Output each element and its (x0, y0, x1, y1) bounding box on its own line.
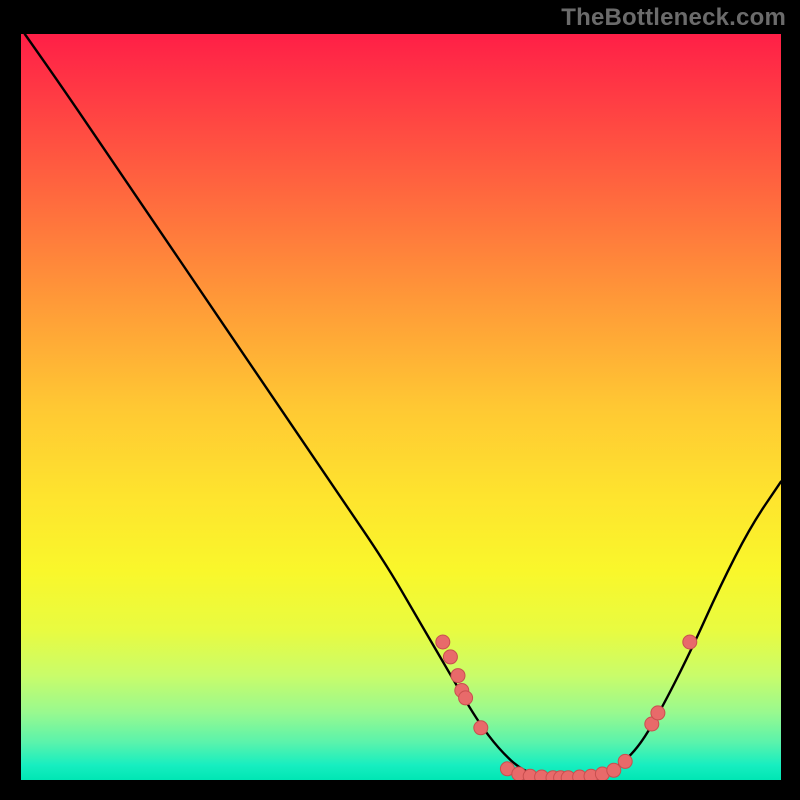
data-point (607, 763, 621, 777)
chart-frame: TheBottleneck.com (0, 0, 800, 800)
data-point (651, 706, 665, 720)
data-point (618, 754, 632, 768)
curve-layer (21, 34, 781, 780)
data-point (459, 691, 473, 705)
data-point (683, 635, 697, 649)
plot-area (21, 34, 781, 780)
data-point (436, 635, 450, 649)
data-point (451, 669, 465, 683)
data-point (474, 721, 488, 735)
data-points (436, 635, 697, 780)
bottleneck-curve (25, 34, 781, 778)
data-point (443, 650, 457, 664)
attribution-text: TheBottleneck.com (561, 4, 786, 32)
